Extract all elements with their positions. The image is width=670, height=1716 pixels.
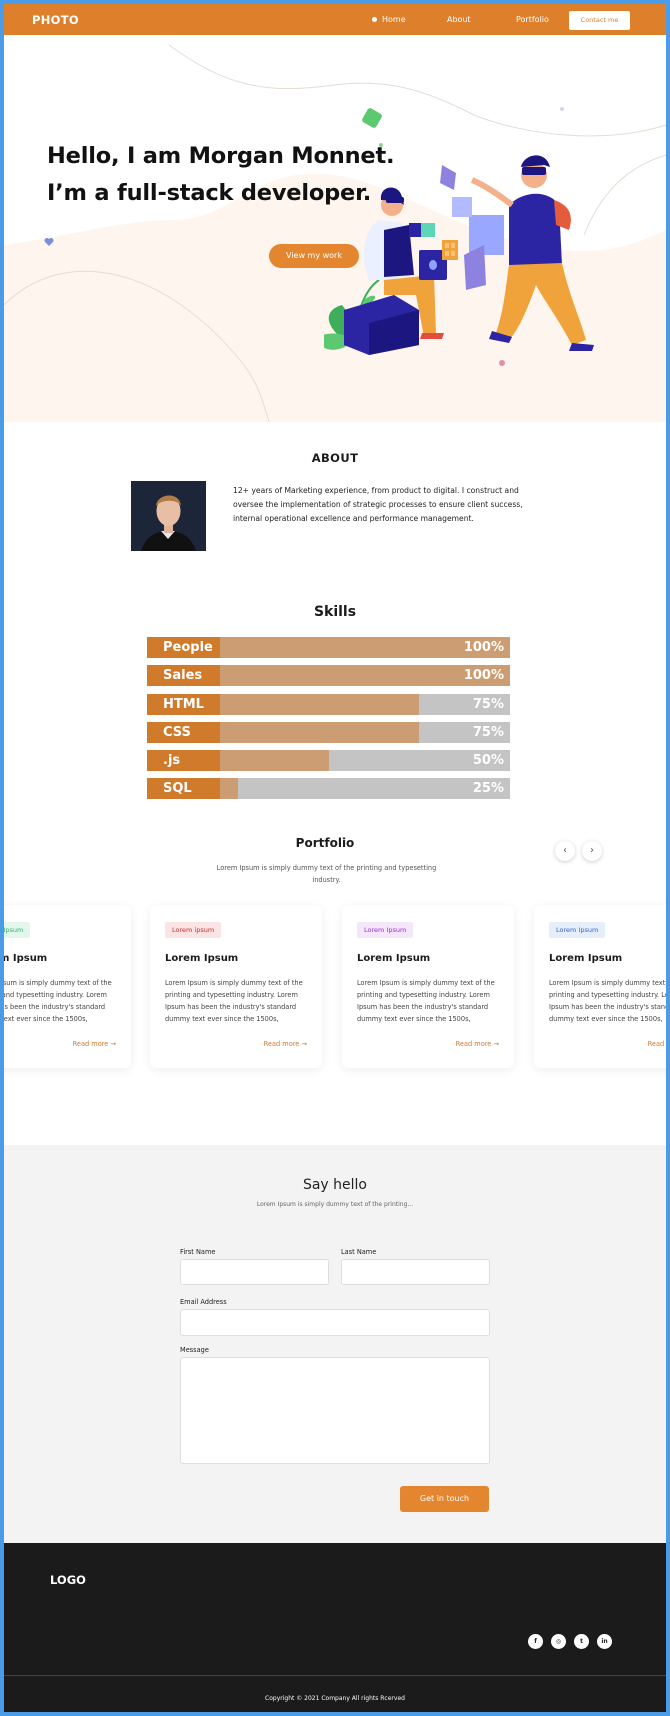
contact-me-button[interactable]: Contact me xyxy=(569,11,630,30)
read-more-link[interactable]: Read more → xyxy=(73,1040,116,1048)
card-tag: Lorem ipsum xyxy=(165,922,222,938)
hero-section: Hello, I am Morgan Monnet. I’m a full-st… xyxy=(4,35,666,422)
card-title: Lorem Ipsum xyxy=(357,953,431,964)
message-textarea[interactable] xyxy=(180,1357,490,1464)
carousel-next-button[interactable]: › xyxy=(582,841,602,861)
skill-percent: 25% xyxy=(472,781,504,796)
view-my-work-button[interactable]: View my work xyxy=(269,244,359,268)
nav-link-home[interactable]: Home xyxy=(382,15,406,24)
top-navbar: PHOTO Home About Portfolio Contact me xyxy=(4,4,666,35)
skill-label: SQL xyxy=(147,778,220,799)
nav-link-portfolio[interactable]: Portfolio xyxy=(516,15,549,24)
skill-label: People xyxy=(147,637,220,658)
skill-bar-sales: Sales 100% xyxy=(147,665,510,686)
read-more-link[interactable]: Read more → xyxy=(456,1040,499,1048)
arrow-right-icon: → xyxy=(493,1040,499,1048)
skill-percent: 75% xyxy=(472,697,504,712)
card-text: Lorem Ipsum is simply dummy text of the … xyxy=(4,979,112,1023)
card-tag: Lorem Ipsum xyxy=(4,922,31,938)
arrow-right-icon: → xyxy=(110,1040,116,1048)
skill-label: .js xyxy=(147,750,220,771)
contact-heading: Say hello xyxy=(302,1177,368,1193)
card-title: Lorem Ipsum xyxy=(4,953,48,964)
hero-title-line2: I’m a full-stack developer. xyxy=(47,180,372,206)
portfolio-card[interactable]: Lorem Ipsum Lorem Ipsum Lorem Ipsum is s… xyxy=(342,905,514,1068)
skill-percent: 100% xyxy=(463,668,504,683)
arrow-right-icon: → xyxy=(301,1040,307,1048)
skill-bar-sql: SQL 25% xyxy=(147,778,510,799)
portfolio-subtitle: Lorem Ipsum is simply dummy text of the … xyxy=(216,864,437,884)
card-text: Lorem Ipsum is simply dummy text of the … xyxy=(549,979,666,1023)
portfolio-card[interactable]: Lorem Ipsum Lorem Ipsum Lorem Ipsum is s… xyxy=(4,905,131,1068)
profile-photo xyxy=(131,481,206,551)
last-name-field[interactable] xyxy=(341,1259,490,1285)
email-label: Email Address xyxy=(180,1298,227,1306)
portfolio-heading: Portfolio xyxy=(295,836,355,850)
hero-title: Hello, I am Morgan Monnet. I’m a full-st… xyxy=(47,138,395,212)
hero-title-line1: Hello, I am Morgan Monnet. xyxy=(47,143,395,169)
facebook-icon[interactable]: f xyxy=(528,1634,543,1649)
avatar xyxy=(131,481,206,551)
skill-label: CSS xyxy=(147,722,220,743)
skill-bar-js: .js 50% xyxy=(147,750,510,771)
copyright-text: Copyright © 2021 Company All rights Rcer… xyxy=(265,1695,405,1702)
message-label: Message xyxy=(180,1346,209,1354)
twitter-icon[interactable]: t xyxy=(574,1634,589,1649)
carousel-prev-button[interactable]: ‹ xyxy=(555,841,575,861)
last-name-label: Last Name xyxy=(341,1248,377,1256)
skill-percent: 75% xyxy=(472,725,504,740)
chevron-right-icon: › xyxy=(590,845,594,856)
read-more-link[interactable]: Read more → xyxy=(264,1040,307,1048)
portfolio-card[interactable]: Lorem ipsum Lorem Ipsum Lorem Ipsum is s… xyxy=(150,905,322,1068)
get-in-touch-button[interactable]: Get in touch xyxy=(400,1486,489,1512)
card-title: Lorem Ipsum xyxy=(549,953,623,964)
card-tag: Lorem Ipsum xyxy=(357,922,414,938)
footer-divider xyxy=(4,1675,666,1676)
contact-subtitle: Lorem Ipsum is simply dummy text of the … xyxy=(256,1201,414,1208)
card-text: Lorem Ipsum is simply dummy text of the … xyxy=(165,979,303,1023)
first-name-field[interactable] xyxy=(180,1259,329,1285)
about-heading: ABOUT xyxy=(311,451,359,465)
skill-percent: 100% xyxy=(463,640,504,655)
portfolio-card[interactable]: Lorem Ipsum Lorem Ipsum Lorem Ipsum is s… xyxy=(534,905,666,1068)
skill-label: Sales xyxy=(147,665,220,686)
email-field[interactable] xyxy=(180,1309,490,1336)
card-text: Lorem Ipsum is simply dummy text of the … xyxy=(357,979,495,1023)
about-text: 12+ years of Marketing experience, from … xyxy=(233,486,523,523)
footer xyxy=(4,1543,666,1712)
active-nav-indicator xyxy=(372,17,377,22)
card-tag: Lorem Ipsum xyxy=(549,922,606,938)
decor-heart-icon xyxy=(44,238,54,246)
first-name-label: First Name xyxy=(180,1248,216,1256)
skill-percent: 50% xyxy=(472,753,504,768)
skill-bar-people: People 100% xyxy=(147,637,510,658)
skill-label: HTML xyxy=(147,694,220,715)
card-title: Lorem Ipsum xyxy=(165,953,239,964)
read-more-link[interactable]: Read more → xyxy=(648,1040,666,1048)
skills-heading: Skills xyxy=(313,604,357,620)
page: PHOTO Home About Portfolio Contact me He… xyxy=(4,4,666,1712)
brand-logo[interactable]: PHOTO xyxy=(32,13,79,27)
linkedin-icon[interactable]: in xyxy=(597,1634,612,1649)
skill-bar-html: HTML 75% xyxy=(147,694,510,715)
footer-logo[interactable]: LOGO xyxy=(50,1573,86,1587)
instagram-icon[interactable]: ◎ xyxy=(551,1634,566,1649)
chevron-left-icon: ‹ xyxy=(563,845,567,856)
skill-bar-css: CSS 75% xyxy=(147,722,510,743)
nav-link-about[interactable]: About xyxy=(447,15,471,24)
